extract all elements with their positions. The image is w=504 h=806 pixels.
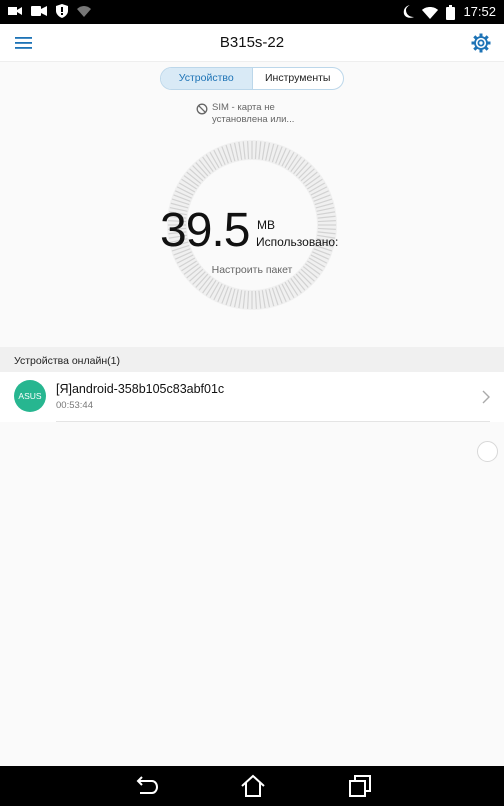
recents-button[interactable] xyxy=(347,774,373,798)
notification-icons xyxy=(8,4,91,18)
settings-button[interactable] xyxy=(470,32,492,54)
sim-status: SIM - карта не установлена или... xyxy=(196,102,336,126)
chevron-right-icon xyxy=(482,390,490,404)
battery-icon xyxy=(446,4,456,20)
moon-icon xyxy=(404,5,415,18)
tab-tools[interactable]: Инструменты xyxy=(253,68,344,89)
divider xyxy=(56,421,490,422)
avatar: ASUS xyxy=(14,380,46,412)
device-connected-time: 00:53:44 xyxy=(56,400,93,411)
back-button[interactable] xyxy=(133,774,159,798)
device-name: [Я]android-358b105c83abf01c xyxy=(56,382,225,396)
floating-assist-button[interactable] xyxy=(477,441,498,462)
navigation-bar xyxy=(0,766,504,806)
usage-label: Использовано: xyxy=(256,235,339,249)
wifi-icon xyxy=(422,6,439,19)
tab-device[interactable]: Устройство xyxy=(161,68,253,89)
tab-switcher: Устройство Инструменты xyxy=(160,67,344,90)
clock: 17:52 xyxy=(463,4,496,19)
system-icons: 17:52 xyxy=(401,4,496,20)
home-icon xyxy=(241,774,265,797)
back-icon xyxy=(136,776,159,794)
camcorder-icon xyxy=(31,6,47,16)
sim-status-text: SIM - карта не установлена или... xyxy=(212,102,294,126)
sim-status-line1: SIM - карта не xyxy=(212,102,275,113)
sim-status-line2: установлена или... xyxy=(212,114,295,125)
home-button[interactable] xyxy=(240,774,266,798)
shield-icon xyxy=(56,4,68,18)
devices-section-title: Устройства онлайн(1) xyxy=(14,355,120,367)
list-item[interactable]: ASUS [Я]android-358b105c83abf01c 00:53:4… xyxy=(0,372,504,422)
status-bar: 17:52 xyxy=(0,0,504,24)
wifi-off-icon xyxy=(77,6,91,17)
configure-package-link[interactable]: Настроить пакет xyxy=(176,264,328,276)
gear-icon xyxy=(471,33,491,53)
devices-section-header: Устройства онлайн(1) xyxy=(0,347,504,372)
usage-unit: MB xyxy=(257,218,275,232)
recents-icon xyxy=(349,775,371,797)
no-sim-icon xyxy=(196,103,208,115)
video-icon xyxy=(8,7,22,15)
app-bar: B315s-22 xyxy=(0,24,504,62)
page-title: B315s-22 xyxy=(219,34,285,51)
usage-value: 39.5 xyxy=(160,204,250,257)
